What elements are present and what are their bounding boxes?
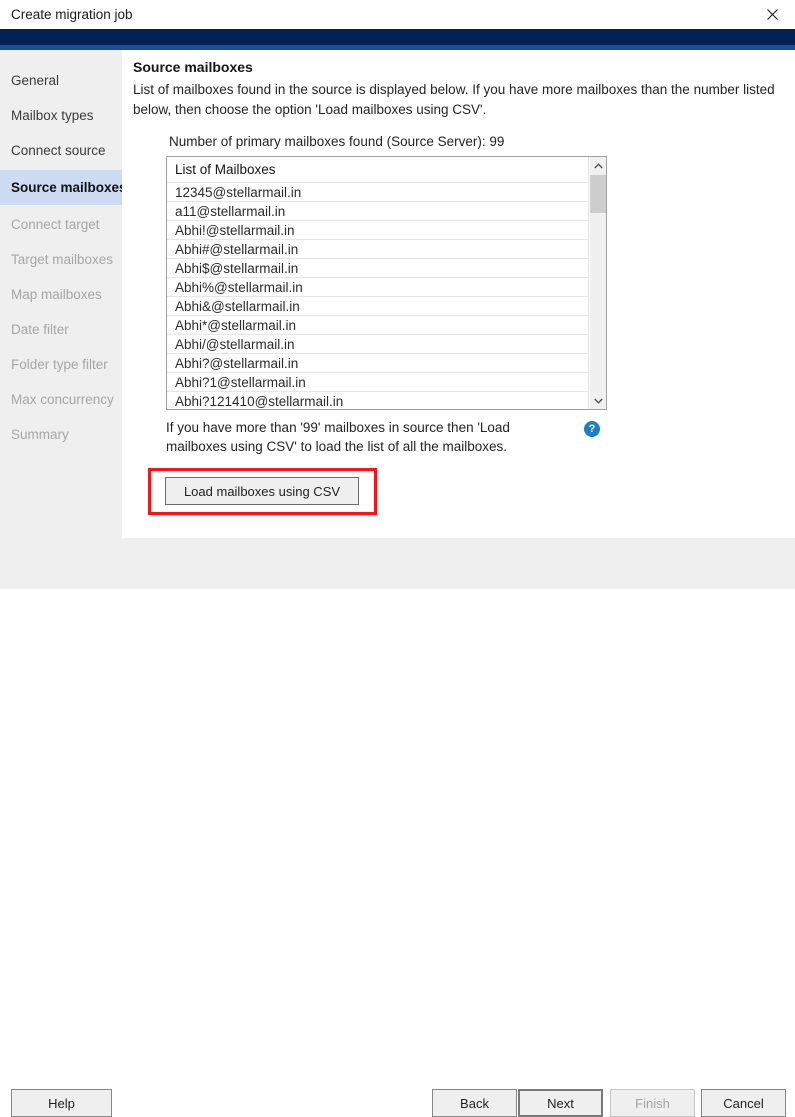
sidebar-item-label: Summary bbox=[11, 427, 69, 442]
help-question-icon[interactable]: ? bbox=[584, 421, 600, 437]
mailbox-list-scrollbar[interactable] bbox=[589, 157, 606, 409]
close-button[interactable] bbox=[749, 0, 795, 29]
list-item[interactable]: a11@stellarmail.in bbox=[167, 201, 589, 220]
sidebar-item-label: Connect target bbox=[11, 217, 100, 232]
next-button[interactable]: Next bbox=[518, 1089, 603, 1117]
list-item[interactable]: Abhi&@stellarmail.in bbox=[167, 296, 589, 315]
cancel-button[interactable]: Cancel bbox=[701, 1089, 786, 1117]
list-item[interactable]: 12345@stellarmail.in bbox=[167, 182, 589, 201]
list-item[interactable]: Abhi%@stellarmail.in bbox=[167, 277, 589, 296]
mailbox-count-label: Number of primary mailboxes found (Sourc… bbox=[169, 134, 505, 149]
mailbox-list-box[interactable]: List of Mailboxes 12345@stellarmail.in a… bbox=[166, 156, 607, 410]
title-bar: Create migration job bbox=[0, 0, 795, 29]
sidebar-item-map-mailboxes: Map mailboxes bbox=[0, 277, 122, 312]
sidebar-item-target-mailboxes: Target mailboxes bbox=[0, 242, 122, 277]
sidebar-item-summary: Summary bbox=[0, 417, 122, 452]
finish-button: Finish bbox=[610, 1089, 695, 1117]
help-button[interactable]: Help bbox=[11, 1089, 112, 1117]
close-icon bbox=[766, 9, 778, 20]
sidebar-item-connect-target: Connect target bbox=[0, 207, 122, 242]
list-item[interactable]: Abhi*@stellarmail.in bbox=[167, 315, 589, 334]
list-item[interactable]: Abhi$@stellarmail.in bbox=[167, 258, 589, 277]
list-item[interactable]: Abhi?1@stellarmail.in bbox=[167, 372, 589, 391]
page-title: Source mailboxes bbox=[133, 59, 253, 75]
sidebar-item-mailbox-types[interactable]: Mailbox types bbox=[0, 98, 122, 133]
sidebar-item-label: General bbox=[11, 73, 60, 88]
page-description: List of mailboxes found in the source is… bbox=[133, 82, 775, 117]
navy-accent-bar bbox=[0, 29, 795, 45]
sidebar-item-source-mailboxes[interactable]: Source mailboxes bbox=[0, 170, 127, 205]
sidebar-item-label: Target mailboxes bbox=[11, 252, 114, 267]
back-button[interactable]: Back bbox=[432, 1089, 517, 1117]
sidebar-item-general[interactable]: General bbox=[0, 63, 122, 98]
sidebar-item-label: Connect source bbox=[11, 143, 106, 158]
sidebar-item-label: Map mailboxes bbox=[11, 287, 102, 302]
sidebar-item-date-filter: Date filter bbox=[0, 312, 122, 347]
csv-hint-text: If you have more than '99' mailboxes in … bbox=[166, 420, 510, 454]
sidebar-item-connect-source[interactable]: Connect source bbox=[0, 133, 122, 168]
list-item[interactable]: Abhi?121410@stellarmail.in bbox=[167, 391, 589, 409]
mailbox-list-area: List of Mailboxes 12345@stellarmail.in a… bbox=[167, 157, 589, 409]
sidebar-item-label: Source mailboxes bbox=[11, 180, 127, 195]
chevron-up-icon[interactable] bbox=[590, 157, 606, 174]
sidebar-item-label: Mailbox types bbox=[11, 108, 94, 123]
sidebar-item-label: Folder type filter bbox=[11, 357, 108, 372]
mailbox-list-header: List of Mailboxes bbox=[167, 157, 589, 182]
chevron-down-icon[interactable] bbox=[590, 392, 606, 409]
scrollbar-thumb[interactable] bbox=[590, 175, 606, 213]
list-item[interactable]: Abhi?@stellarmail.in bbox=[167, 353, 589, 372]
window-title: Create migration job bbox=[11, 7, 133, 22]
content-panel: Source mailboxes List of mailboxes found… bbox=[122, 50, 795, 538]
load-mailboxes-csv-button[interactable]: Load mailboxes using CSV bbox=[165, 477, 359, 505]
sidebar-item-label: Max concurrency bbox=[11, 392, 114, 407]
wizard-step-sidebar: General Mailbox types Connect source Sou… bbox=[0, 50, 127, 538]
sidebar-item-folder-type-filter: Folder type filter bbox=[0, 347, 122, 382]
list-item[interactable]: Abhi/@stellarmail.in bbox=[167, 334, 589, 353]
sidebar-item-label: Date filter bbox=[11, 322, 69, 337]
list-item[interactable]: Abhi#@stellarmail.in bbox=[167, 239, 589, 258]
list-item[interactable]: Abhi!@stellarmail.in bbox=[167, 220, 589, 239]
sidebar-item-max-concurrency: Max concurrency bbox=[0, 382, 122, 417]
footer-bar: Help Back Next Finish Cancel bbox=[0, 538, 795, 1117]
